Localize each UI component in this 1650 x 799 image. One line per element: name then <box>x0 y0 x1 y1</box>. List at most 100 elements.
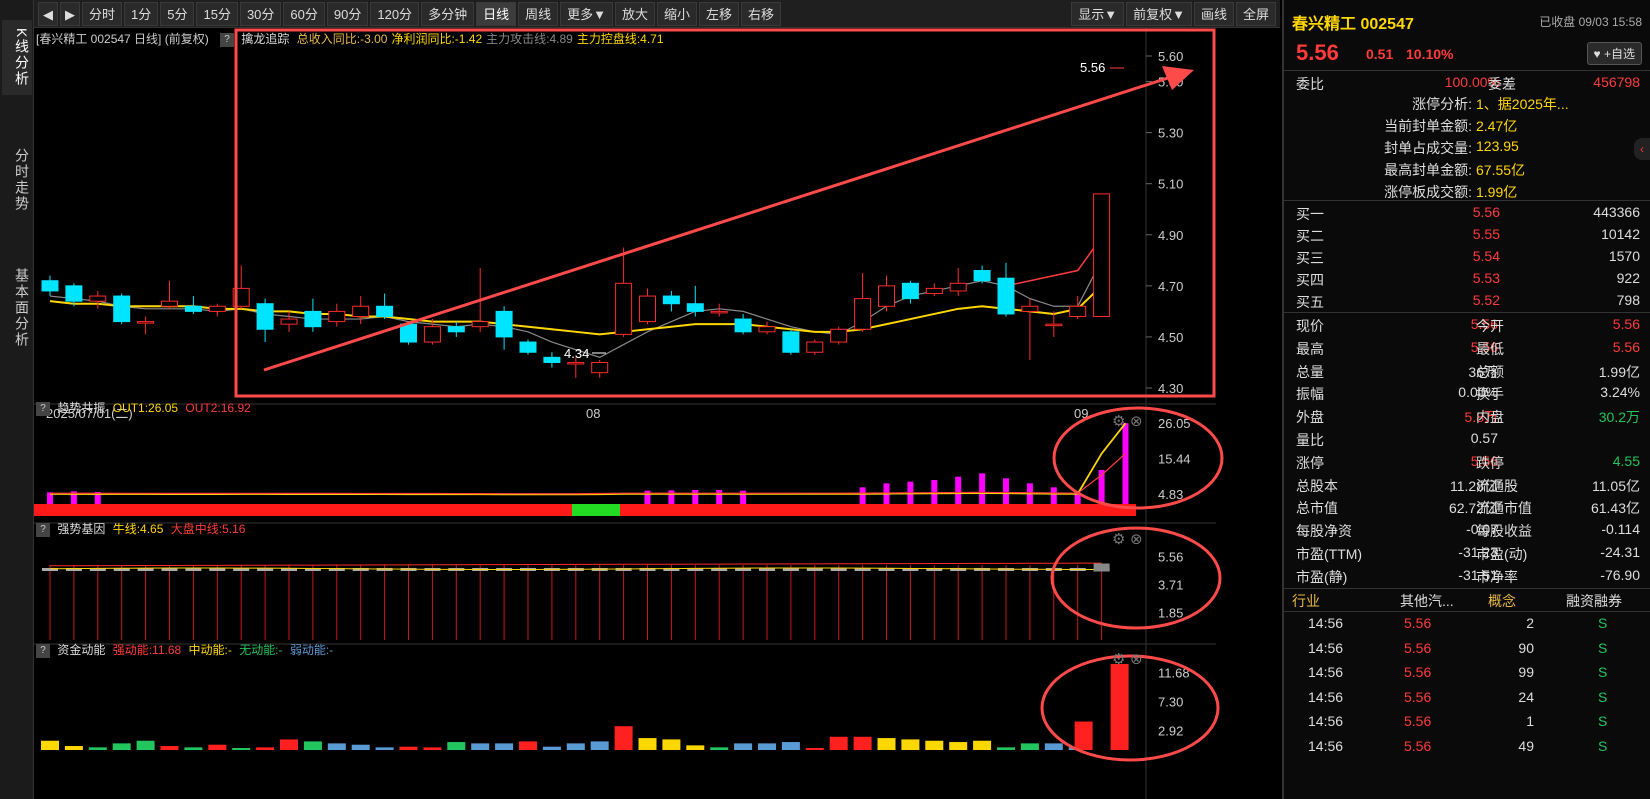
candle-body-24 <box>615 282 633 335</box>
help-icon[interactable]: ? <box>36 401 50 416</box>
p2-tick-1: 15.44 <box>1158 452 1191 467</box>
fund-bar-29 <box>734 743 753 750</box>
fund-bar-5 <box>160 746 179 750</box>
quote-tab-1[interactable]: 其他汽... <box>1400 591 1454 611</box>
fund-power-header: ? 资金动能 强动能:11.68 中动能:- 无动能:- 弱动能:- <box>36 640 333 660</box>
tick-time-1: 14:56 <box>1308 639 1344 656</box>
stat-value-9-1: -0.114 <box>1601 521 1640 538</box>
help-icon[interactable]: ? <box>36 643 50 658</box>
stat-label-1-0: 最高 <box>1296 340 1324 357</box>
close-icon: ⊗ <box>1130 650 1143 668</box>
fund-bar-10 <box>280 739 298 750</box>
y-tick-6: 4.50 <box>1158 330 1183 345</box>
expand-right-icon[interactable]: ▶ <box>60 1 80 26</box>
p2-tick-2: 4.83 <box>1158 487 1183 502</box>
fund-bar-13 <box>351 744 370 750</box>
quote-tab-3[interactable]: 融资融券 <box>1566 591 1622 611</box>
none-power: 无动能:- <box>239 643 283 657</box>
indicator-value-3: 主力控盘线:4.71 <box>576 32 664 46</box>
toolbar-btn-10[interactable]: 周线 <box>518 1 559 26</box>
toolbar-btn-11[interactable]: 更多▼ <box>560 1 613 26</box>
weak-power: 弱动能:- <box>289 643 334 657</box>
fund-bar-6 <box>184 747 203 750</box>
candle-body-18 <box>471 321 489 328</box>
tick-price-1: 5.56 <box>1404 639 1432 656</box>
tick-volume-2: 99 <box>1518 664 1534 680</box>
toolbar-btn-3[interactable]: 15分 <box>196 1 238 26</box>
strong-power: 强动能:11.68 <box>112 643 182 657</box>
toolbar-btn-4[interactable]: 30分 <box>239 1 282 26</box>
candle-body-3 <box>113 295 131 323</box>
bid-label-4: 买五 <box>1296 294 1324 310</box>
fund-bar-8 <box>232 748 251 750</box>
collapse-panel-icon[interactable]: ‹ <box>1634 138 1650 160</box>
p4-tick-1: 7.30 <box>1158 695 1183 710</box>
stat-value-4-1: 30.2万 <box>1598 409 1640 426</box>
toolbar-right-btn-1[interactable]: 前复权▼ <box>1126 2 1192 26</box>
nav-jiben-tab[interactable]: 基本面分析 <box>2 260 32 356</box>
toolbar-btn-0[interactable]: 分时 <box>82 1 123 26</box>
toolbar-btn-1[interactable]: 1分 <box>124 1 159 26</box>
tick-price-2: 5.56 <box>1404 664 1432 680</box>
ma-gray-line <box>49 260 1103 359</box>
gear-icon: ⚙ <box>1112 412 1125 430</box>
toolbar-btn-7[interactable]: 120分 <box>370 1 420 26</box>
stat-label-3-0: 振幅 <box>1296 386 1324 403</box>
candle-body-2 <box>89 295 107 302</box>
stat-label-4-1: 内盘 <box>1476 409 1504 426</box>
weibi-label: 委比 <box>1296 76 1324 92</box>
toolbar-btn-2[interactable]: 5分 <box>160 1 195 26</box>
toolbar-btn-8[interactable]: 多分钟 <box>421 1 475 26</box>
nav-fenshi-tab[interactable]: 分时走势 <box>2 140 32 220</box>
bid-price-3: 5.53 <box>1472 270 1500 286</box>
toolbar-btn-12[interactable]: 放大 <box>614 1 655 26</box>
candle-body-16 <box>423 326 441 343</box>
annotation-box <box>234 28 1216 398</box>
stat-label-2-0: 总量 <box>1296 363 1324 380</box>
stat-value-7-1: 11.05亿 <box>1592 477 1640 494</box>
niu-value: 牛线:4.65 <box>112 522 164 536</box>
close-icon: ⊗ <box>1130 530 1143 548</box>
close-status: 已收盘 09/03 15:58 <box>1539 15 1642 29</box>
toolbar-right-btn-2[interactable]: 画线 <box>1193 2 1234 26</box>
heart-icon: ♥ <box>1593 47 1601 61</box>
toolbar-btn-9[interactable]: 日线 <box>476 1 517 26</box>
main-chart-header: [春兴精工 002547 日线] (前复权) ? 擒龙追踪 总收入同比:-3.0… <box>36 29 664 49</box>
toolbar-btn-15[interactable]: 右移 <box>741 1 782 26</box>
candle-body-19 <box>495 310 513 338</box>
stat-value-1-1: 5.56 <box>1612 338 1640 355</box>
toolbar-right-btn-0[interactable]: 显示▼ <box>1071 2 1125 26</box>
candle-body-5 <box>161 300 178 307</box>
candle-body-7 <box>208 305 226 312</box>
candle-body-32 <box>806 341 824 353</box>
candle-body-22 <box>567 361 585 365</box>
candle-body-11 <box>304 310 322 328</box>
y-tick-0: 5.60 <box>1158 49 1183 64</box>
fund-bar-20 <box>519 741 537 750</box>
toolbar-btn-5[interactable]: 60分 <box>283 1 325 26</box>
candle-body-15 <box>400 323 417 343</box>
toolbar-btn-14[interactable]: 左移 <box>699 1 740 26</box>
quote-tab-0[interactable]: 行业 <box>1292 591 1320 611</box>
fund-bar-30 <box>758 743 776 750</box>
toolbar-right-btn-3[interactable]: 全屏 <box>1235 2 1276 26</box>
candle-body-38 <box>949 282 967 292</box>
bid-price-0: 5.56 <box>1472 204 1500 220</box>
indicator-value-2: 主力攻击线:4.89 <box>486 32 573 46</box>
zt-value-0[interactable]: 1、据2025年... <box>1476 94 1569 114</box>
fund-bar-36 <box>901 739 920 750</box>
toolbar-btn-6[interactable]: 90分 <box>326 1 369 26</box>
collapse-left-icon[interactable]: ◀ <box>38 1 58 26</box>
fund-bar-14 <box>375 747 394 750</box>
quote-tab-2[interactable]: 概念 <box>1488 591 1516 611</box>
help-icon[interactable]: ? <box>220 32 235 47</box>
left-nav: K线分析 分时走势 基本面分析 <box>0 0 34 799</box>
toolbar-btn-13[interactable]: 缩小 <box>657 1 698 26</box>
tick-price-5: 5.56 <box>1404 737 1432 754</box>
help-icon[interactable]: ? <box>36 522 50 537</box>
strong-gene-header: ? 强势基因 牛线:4.65 大盘中线:5.16 <box>36 519 245 539</box>
add-watchlist-button[interactable]: ♥ +自选 <box>1586 42 1642 65</box>
nav-kline-tab[interactable]: K线分析 <box>2 20 32 96</box>
trend-green-segment <box>572 504 620 516</box>
bid-volume-0: 443366 <box>1593 204 1640 220</box>
